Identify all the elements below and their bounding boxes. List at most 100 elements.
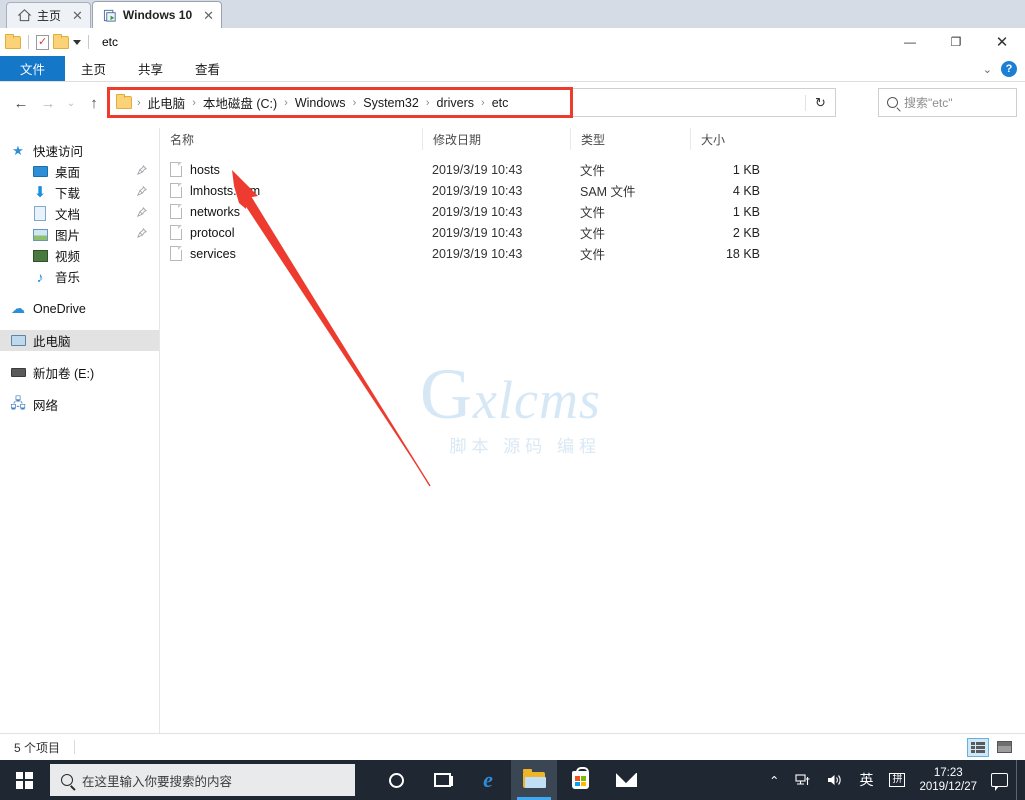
system-tray: ⌃ 英 拼 17:23 2019/12/27 xyxy=(761,760,1025,800)
recent-locations-button[interactable]: ⌄ xyxy=(62,90,80,116)
refresh-icon[interactable]: ↻ xyxy=(805,94,835,111)
tab-windows-10[interactable]: Windows 10 ✕ xyxy=(91,1,223,28)
sidebar-item-label: 新加卷 (E:) xyxy=(33,367,95,381)
table-row[interactable]: protocol 2019/3/19 10:43 文件 2 KB xyxy=(160,222,1025,243)
column-header-type[interactable]: 类型 xyxy=(570,128,690,150)
breadcrumb-item-windows[interactable]: Windows xyxy=(291,94,350,112)
windows-logo-icon xyxy=(15,771,33,789)
ribbon-tab-view[interactable]: 查看 xyxy=(179,56,236,81)
microsoft-store-icon[interactable] xyxy=(557,760,603,800)
network-icon[interactable] xyxy=(787,773,819,787)
ribbon-tab-home[interactable]: 主页 xyxy=(65,56,122,81)
breadcrumb-item-this-pc[interactable]: 此电脑 xyxy=(144,91,190,114)
sidebar-item-label: 图片 xyxy=(55,229,81,243)
breadcrumb-item-system32[interactable]: System32 xyxy=(359,94,423,112)
start-button[interactable] xyxy=(0,760,48,800)
up-button[interactable]: ↑ xyxy=(81,90,107,116)
ribbon-collapse-icon[interactable]: ⌄ xyxy=(983,63,992,76)
pin-icon[interactable] xyxy=(136,207,147,220)
sidebar-item-documents[interactable]: 文档 xyxy=(0,203,159,224)
table-row[interactable]: hosts 2019/3/19 10:43 文件 1 KB xyxy=(160,159,1025,180)
sidebar-item-videos[interactable]: 视频 xyxy=(0,245,159,266)
mail-icon[interactable] xyxy=(603,760,649,800)
file-explorer-icon[interactable] xyxy=(511,760,557,800)
pin-icon[interactable] xyxy=(136,228,147,241)
details-view-button[interactable] xyxy=(967,737,989,757)
browser-tab-strip: 主页 ✕ Windows 10 ✕ xyxy=(0,0,1025,28)
pin-icon[interactable] xyxy=(136,186,147,199)
chevron-down-icon[interactable] xyxy=(73,39,81,45)
file-date-cell: 2019/3/19 10:43 xyxy=(432,183,523,198)
file-icon xyxy=(170,204,182,219)
search-box[interactable]: 搜索"etc" xyxy=(878,88,1017,117)
breadcrumb-separator: › xyxy=(481,96,485,109)
help-icon[interactable]: ? xyxy=(1001,61,1017,77)
pin-icon[interactable] xyxy=(136,165,147,178)
sidebar-item-this-pc[interactable]: 此电脑 xyxy=(0,330,159,351)
tab-home-label: 主页 xyxy=(37,9,62,23)
tab-windows-10-label: Windows 10 xyxy=(122,8,193,22)
file-name-cell[interactable]: hosts xyxy=(160,162,422,177)
tab-home[interactable]: 主页 ✕ xyxy=(6,2,91,28)
file-name-cell[interactable]: services xyxy=(160,246,422,261)
breadcrumb-item-drivers[interactable]: drivers xyxy=(433,94,479,112)
breadcrumb-separator: › xyxy=(352,96,357,109)
file-icon xyxy=(170,246,182,261)
clock[interactable]: 17:23 2019/12/27 xyxy=(913,766,987,795)
ribbon-tab-share[interactable]: 共享 xyxy=(122,56,179,81)
sidebar-item-onedrive[interactable]: ☁ OneDrive xyxy=(0,298,159,319)
breadcrumb[interactable]: › 此电脑 › 本地磁盘 (C:) › Windows › System32 ›… xyxy=(110,90,570,115)
tray-overflow-icon[interactable]: ⌃ xyxy=(761,773,787,788)
ime-mode-indicator[interactable]: 拼 xyxy=(881,773,913,787)
show-desktop-button[interactable] xyxy=(1016,760,1019,800)
sidebar-item-desktop[interactable]: 桌面 xyxy=(0,161,159,182)
search-input[interactable]: 搜索"etc" xyxy=(904,94,953,111)
taskbar-search-input[interactable]: 在这里输入你要搜索的内容 xyxy=(50,764,355,796)
folder-icon[interactable] xyxy=(5,33,21,49)
sidebar-item-label: 文档 xyxy=(55,208,81,222)
properties-icon[interactable] xyxy=(36,34,49,50)
clock-date: 2019/12/27 xyxy=(919,781,977,793)
window-title: etc xyxy=(102,35,119,49)
ribbon-tab-file[interactable]: 文件 xyxy=(0,56,66,81)
minimize-button[interactable]: — xyxy=(887,28,933,56)
breadcrumb-item-c-drive[interactable]: 本地磁盘 (C:) xyxy=(199,91,281,114)
volume-icon[interactable] xyxy=(819,773,851,787)
new-folder-icon[interactable] xyxy=(53,33,69,49)
sidebar-item-network[interactable]: 🖧 网络 xyxy=(0,394,159,415)
table-row[interactable]: services 2019/3/19 10:43 文件 18 KB xyxy=(160,243,1025,264)
mail-envelope-glyph xyxy=(615,773,637,787)
notification-icon[interactable] xyxy=(991,773,1008,791)
sidebar-item-downloads[interactable]: ⬇ 下载 xyxy=(0,182,159,203)
large-icons-view-button[interactable] xyxy=(993,738,1015,757)
file-date-cell: 2019/3/19 10:43 xyxy=(432,204,523,219)
cloud-icon: ☁ xyxy=(11,300,25,316)
tab-home-close-icon[interactable]: ✕ xyxy=(66,9,83,22)
edge-glyph: e xyxy=(483,767,493,792)
sidebar-item-label: 快速访问 xyxy=(33,145,84,159)
file-date-cell: 2019/3/19 10:43 xyxy=(432,225,523,240)
sidebar-item-new-volume-e[interactable]: 新加卷 (E:) xyxy=(0,362,159,383)
breadcrumb-item-etc[interactable]: etc xyxy=(488,94,513,112)
column-header-size[interactable]: 大小 xyxy=(690,128,774,150)
file-name-cell[interactable]: protocol xyxy=(160,225,422,240)
sidebar-item-pictures[interactable]: 图片 xyxy=(0,224,159,245)
file-name-cell[interactable]: networks xyxy=(160,204,422,219)
sidebar-item-quick-access[interactable]: ★ 快速访问 xyxy=(0,140,159,161)
sidebar-item-music[interactable]: ♪ 音乐 xyxy=(0,266,159,287)
forward-button[interactable]: → xyxy=(35,90,61,116)
pictures-icon xyxy=(32,227,48,243)
file-name-cell[interactable]: lmhosts.sam xyxy=(160,183,422,198)
cortana-icon[interactable] xyxy=(373,760,419,800)
ime-language-indicator[interactable]: 英 xyxy=(851,770,881,790)
back-button[interactable]: ← xyxy=(8,90,34,116)
edge-icon[interactable]: e xyxy=(465,760,511,800)
maximize-button[interactable]: ❐ xyxy=(933,28,979,56)
task-view-icon[interactable] xyxy=(419,760,465,800)
file-name: hosts xyxy=(190,162,220,177)
close-button[interactable]: ✕ xyxy=(979,28,1025,56)
column-header-date-modified[interactable]: 修改日期 xyxy=(422,128,570,150)
tab-windows-10-close-icon[interactable]: ✕ xyxy=(197,9,214,22)
table-row[interactable]: networks 2019/3/19 10:43 文件 1 KB xyxy=(160,201,1025,222)
table-row[interactable]: lmhosts.sam 2019/3/19 10:43 SAM 文件 4 KB xyxy=(160,180,1025,201)
